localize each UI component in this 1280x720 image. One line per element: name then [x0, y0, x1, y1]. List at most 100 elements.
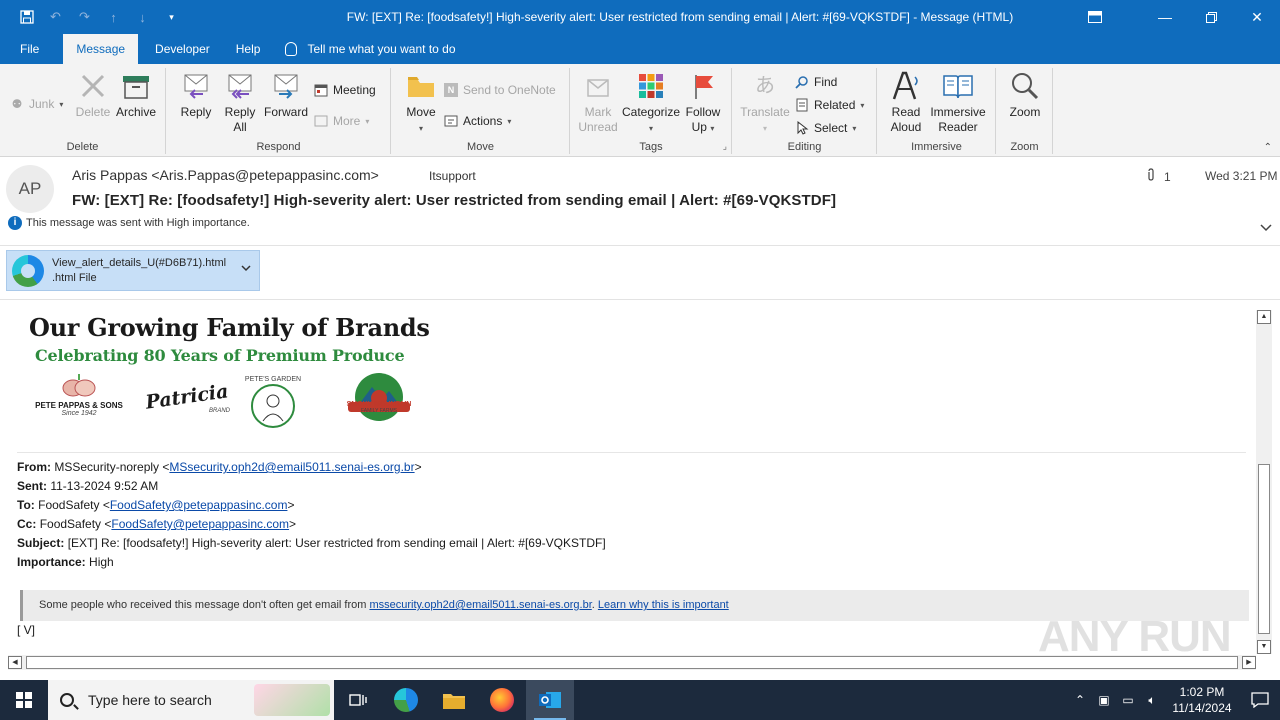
sender[interactable]: Aris Pappas <Aris.Pappas@petepappasinc.c… [72, 167, 379, 183]
group-respond: Reply Reply All Forward Meeting More ▾ R… [167, 68, 391, 154]
ribbon-display-options-icon[interactable] [1072, 0, 1118, 34]
start-button[interactable] [0, 680, 48, 720]
to-email-link[interactable]: FoodSafety@petepappasinc.com [110, 498, 288, 512]
horizontal-scrollbar[interactable]: ◀ ▶ [8, 655, 1256, 670]
archive-button[interactable]: Archive [114, 70, 158, 120]
anyrun-watermark: ANY RUN [1038, 612, 1232, 655]
tab-message[interactable]: Message [63, 34, 139, 64]
warning-email-link[interactable]: mssecurity.oph2d@email5011.senai-es.org.… [369, 599, 591, 611]
recipient[interactable]: Itsupport [429, 169, 476, 183]
mark-unread-icon [582, 70, 614, 102]
clock[interactable]: 1:02 PM 11/14/2024 [1164, 684, 1240, 716]
taskbar-search-box[interactable]: Type here to search [48, 680, 334, 720]
translate-icon: あ [755, 74, 775, 97]
immersive-reader-icon [942, 70, 974, 102]
actions-button[interactable]: Actions ▾ [444, 111, 511, 131]
group-label-delete: Delete [66, 141, 99, 153]
group-move: Move ▾ N Send to OneNote Actions ▾ Move [392, 68, 570, 154]
attachment-card[interactable]: View_alert_details_U(#D6B71).html .html … [6, 250, 260, 291]
scroll-left-arrow-icon[interactable]: ◀ [8, 656, 22, 669]
network-icon[interactable]: ▭ [1116, 693, 1140, 707]
file-explorer-icon[interactable] [430, 680, 478, 720]
message-subject: FW: [EXT] Re: [foodsafety!] High-severit… [72, 192, 837, 209]
group-delete: ⚉ Junk ▾ Delete Archive Delete [0, 68, 166, 154]
group-label-editing: Editing [787, 141, 822, 153]
outlook-taskbar-icon[interactable] [526, 680, 574, 720]
delete-icon [77, 70, 109, 102]
follow-up-button[interactable]: Follow Up ▾ [683, 70, 723, 136]
actions-icon [444, 114, 458, 128]
show-hidden-icons-chevron-icon[interactable]: ⌃ [1068, 693, 1092, 707]
move-icon [405, 70, 437, 102]
save-icon[interactable] [12, 0, 41, 34]
tell-me-box[interactable]: Tell me what you want to do [273, 34, 468, 64]
send-to-onenote-button[interactable]: N Send to OneNote [444, 80, 556, 100]
move-button[interactable]: Move ▾ [402, 70, 440, 136]
firefox-icon[interactable] [478, 680, 526, 720]
up-arrow-icon[interactable]: ↑ [99, 0, 128, 34]
avatar: AP [6, 165, 54, 213]
vertical-scroll-thumb[interactable] [1258, 464, 1270, 634]
zoom-button[interactable]: Zoom [1005, 70, 1045, 120]
petes-garden-logo: PETE'S GARDEN [238, 376, 308, 432]
close-icon[interactable]: ✕ [1234, 0, 1280, 34]
immersive-reader-button[interactable]: Immersive Reader [928, 70, 988, 135]
attachment-menu-chevron-icon[interactable] [241, 263, 251, 275]
vertical-scrollbar[interactable]: ▲ ▼ [1256, 310, 1272, 654]
volume-icon[interactable]: 🔈︎ [1140, 693, 1164, 708]
task-view-icon[interactable] [334, 680, 382, 720]
from-email-link[interactable]: MSsecurity.oph2d@email5011.senai-es.org.… [169, 460, 414, 474]
device-icon[interactable]: ▣ [1092, 693, 1116, 707]
undo-icon[interactable]: ↶ [41, 0, 70, 34]
notifications-icon[interactable] [1240, 692, 1280, 708]
cc-email-link[interactable]: FoodSafety@petepappasinc.com [111, 517, 289, 531]
info-icon: i [8, 216, 22, 230]
scroll-right-arrow-icon[interactable]: ▶ [1242, 656, 1256, 669]
tab-file[interactable]: File [0, 34, 59, 64]
body-text-fragment: [ V] [17, 623, 36, 637]
search-placeholder: Type here to search [88, 692, 212, 708]
mark-unread-button[interactable]: Mark Unread [577, 70, 619, 135]
related-button[interactable]: Related ▾ [795, 95, 864, 115]
maximize-icon[interactable] [1188, 0, 1234, 34]
ribbon: ⚉ Junk ▾ Delete Archive Delete Reply Rep… [0, 64, 1280, 157]
expand-header-chevron-icon[interactable] [1260, 221, 1272, 235]
tab-developer[interactable]: Developer [142, 34, 223, 64]
group-label-tags: Tags [639, 141, 663, 153]
select-button[interactable]: Select ▾ [795, 118, 856, 138]
reply-button[interactable]: Reply [177, 70, 215, 120]
group-label-zoom: Zoom [1010, 141, 1039, 153]
find-icon [795, 75, 809, 89]
reply-all-button[interactable]: Reply All [221, 70, 259, 135]
junk-button[interactable]: ⚉ Junk ▾ [10, 94, 64, 114]
categorize-icon [635, 70, 667, 102]
read-aloud-button[interactable]: Read Aloud [886, 70, 926, 135]
forwarded-from: From: MSSecurity-noreply <MSsecurity.oph… [17, 460, 422, 474]
scroll-down-arrow-icon[interactable]: ▼ [1257, 640, 1271, 654]
edge-taskbar-icon[interactable] [382, 680, 430, 720]
forward-button[interactable]: Forward [263, 70, 309, 120]
archive-icon [120, 70, 152, 102]
translate-button[interactable]: あ Translate ▾ [739, 70, 791, 136]
meeting-button[interactable]: Meeting [314, 80, 376, 100]
select-cursor-icon [795, 121, 809, 135]
collapse-ribbon-icon[interactable]: ⌃ [1264, 142, 1272, 153]
read-aloud-icon [890, 70, 922, 102]
find-button[interactable]: Find [795, 72, 837, 92]
importance-banner: i This message was sent with High import… [8, 216, 250, 230]
learn-why-link[interactable]: Learn why this is important [598, 599, 729, 611]
down-arrow-icon[interactable]: ↓ [128, 0, 157, 34]
group-label-respond: Respond [256, 141, 301, 153]
scroll-up-arrow-icon[interactable]: ▲ [1257, 310, 1271, 324]
horizontal-scroll-thumb[interactable] [26, 656, 1238, 669]
delete-button[interactable]: Delete [74, 70, 112, 120]
more-respond-button[interactable]: More ▾ [314, 111, 369, 131]
attachment-count[interactable]: 1 [1146, 168, 1171, 185]
tab-help[interactable]: Help [223, 34, 274, 64]
categorize-button[interactable]: Categorize ▾ [621, 70, 681, 136]
customize-qat-icon[interactable]: ▾ [157, 0, 186, 34]
redo-icon[interactable]: ↷ [70, 0, 99, 34]
group-label-move: Move [467, 141, 494, 153]
group-tags: Mark Unread Categorize ▾ Follow Up ▾ ⌟ Ta… [571, 68, 732, 154]
minimize-icon[interactable]: — [1142, 0, 1188, 34]
